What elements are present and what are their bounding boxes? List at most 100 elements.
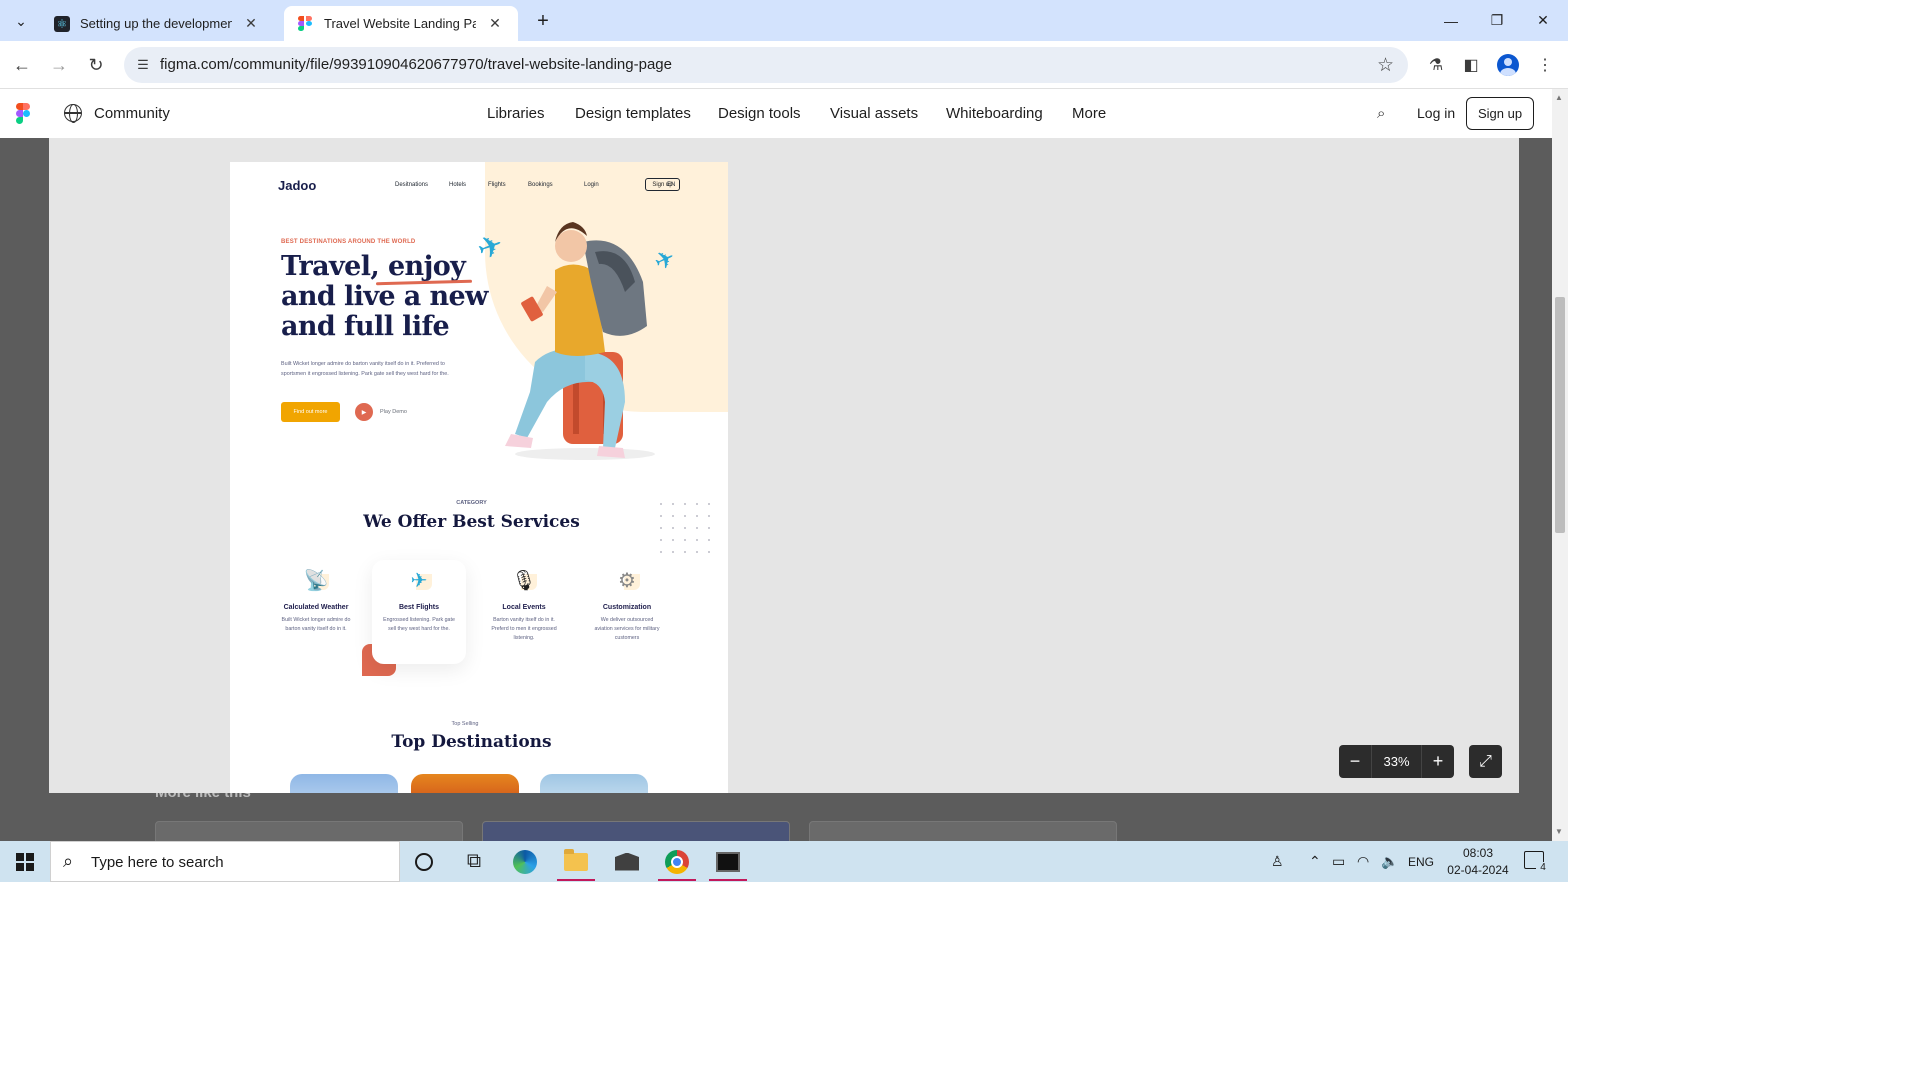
related-file-card[interactable] [155,821,463,841]
forward-icon[interactable]: → [45,51,73,79]
scroll-down-arrow-icon[interactable]: ▼ [1555,827,1563,836]
restore-icon[interactable]: ❐ [1474,0,1520,41]
edge-app[interactable] [501,841,549,882]
zoom-controls: − 33% + [1339,745,1454,778]
profile-avatar[interactable] [1494,51,1522,79]
nav-design-tools[interactable]: Design tools [718,105,801,122]
language-indicator[interactable]: ENG [1408,855,1434,869]
window-close-icon[interactable]: ✕ [1520,0,1566,41]
site-settings-icon[interactable]: ☰ [134,56,152,74]
preview-category-label: CATEGORY [456,500,487,506]
satellite-dish-icon: 📡 [301,568,331,596]
page-scrollbar[interactable]: ▲ ▼ [1552,89,1568,841]
service-name: Customization [602,604,652,611]
service-description: Barton vanity itself do in it. Preferd t… [491,617,557,641]
volume-icon[interactable]: 🔈 [1381,853,1398,870]
nav-more[interactable]: More [1072,105,1106,122]
traveler-illustration [505,222,655,460]
related-file-card[interactable] [482,821,790,841]
landing-page-preview[interactable]: Jadoo Desitnations Hotels Flights Bookin… [230,162,728,793]
figma-community-header: Community Libraries Design templates Des… [0,89,1552,138]
browser-tab-strip: ⌄ ⚛ Setting up the development en ✕ Trav… [0,0,1568,41]
nav-design-templates[interactable]: Design templates [575,105,691,122]
signup-button[interactable]: Sign up [1466,97,1534,130]
windows-start-icon[interactable] [16,853,34,871]
preview-headline: Travel, enjoy and live a new and full li… [281,251,488,342]
settings-gear-icon: ⚙ [612,568,642,596]
back-icon[interactable]: ← [8,51,36,79]
file-preview-modal: Jadoo Desitnations Hotels Flights Bookin… [49,138,1519,793]
scroll-up-arrow-icon[interactable]: ▲ [1555,93,1563,102]
clock-time: 08:03 [1462,846,1494,860]
service-description: We deliver outsourced aviation services … [594,617,660,641]
figma-logo-icon[interactable] [16,103,30,124]
taskbar-search-placeholder: Type here to search [91,854,224,871]
login-link[interactable]: Log in [1417,105,1455,121]
service-description: Engrossed listening. Park gate sell they… [383,617,455,632]
decorative-dot-grid [655,498,715,553]
microphone-icon: 🎙 [509,568,539,596]
scroll-thumb[interactable] [1555,297,1565,533]
menu-kebab-icon[interactable]: ⋮ [1531,51,1559,79]
preview-destinations-title: Top Destinations [391,732,552,752]
nav-whiteboarding[interactable]: Whiteboarding [946,105,1043,122]
zoom-in-button[interactable]: + [1422,745,1454,778]
nav-visual-assets[interactable]: Visual assets [830,105,918,122]
service-name: Local Events [502,604,546,611]
cortana-icon [415,852,433,871]
system-clock[interactable]: 08:03 02-04-2024 [1445,845,1511,879]
tab-title: Travel Website Landing Page | F [324,16,476,31]
battery-icon[interactable]: ▭ [1332,853,1345,870]
related-file-card[interactable] [809,821,1117,841]
destination-card-image [411,774,519,793]
terminal-app[interactable] [704,841,752,882]
task-view-icon[interactable]: ⧉ [450,841,498,882]
destination-card-image [290,774,398,793]
service-name: Best Flights [398,604,440,611]
browser-tab-react[interactable]: ⚛ Setting up the development en ✕ [40,6,274,41]
tray-chevron-up-icon[interactable]: ⌃ [1309,853,1321,870]
close-icon[interactable]: ✕ [242,15,260,33]
close-icon[interactable]: ✕ [486,15,504,33]
preview-nav-item: Login [584,182,599,188]
nav-libraries[interactable]: Libraries [487,105,545,122]
service-description: Built Wicket longer admire do barton van… [281,617,351,632]
reload-icon[interactable]: ↻ [82,51,110,79]
minimize-icon[interactable]: — [1428,0,1474,41]
community-link[interactable]: Community [94,105,170,122]
service-card-active: ✈ Best Flights Engrossed listening. Park… [372,560,466,664]
url-text[interactable]: figma.com/community/file/993910904620677… [160,56,672,73]
windows-taskbar: ⌕ Type here to search ⧉ ♙ ⌃ ▭ ◠ 🔈 ENG 08… [0,841,1568,882]
page-viewport: Community Libraries Design templates Des… [0,89,1568,841]
react-favicon-icon: ⚛ [54,15,70,32]
fullscreen-expand-icon[interactable]: ⤢ [1469,745,1502,778]
cortana-button[interactable] [400,841,448,882]
preview-nav-item: Desitnations [395,182,429,188]
mail-icon [615,852,639,871]
browser-tab-figma[interactable]: Travel Website Landing Page | F ✕ [284,6,518,41]
chrome-app[interactable] [653,841,701,882]
figma-favicon-icon [298,15,314,32]
service-card: ⚙ Customization We deliver outsourced av… [580,560,674,664]
file-explorer-app[interactable] [552,841,600,882]
folder-icon [564,848,588,871]
tab-search-chevron-icon[interactable]: ⌄ [8,8,34,34]
mail-app[interactable] [603,841,651,882]
labs-flask-icon[interactable]: ⚗ [1422,51,1450,79]
address-bar[interactable]: ☰ figma.com/community/file/9939109046206… [124,47,1408,83]
play-icon: ▶ [355,403,373,421]
side-panel-icon[interactable]: ◧ [1457,51,1485,79]
preview-find-out-more-button: Find out more [281,402,340,422]
globe-icon[interactable] [64,104,82,123]
zoom-out-button[interactable]: − [1339,745,1371,778]
airplane-icon: ✈ [404,568,434,596]
people-icon[interactable]: ♙ [1271,853,1284,870]
network-icon[interactable]: ◠ [1357,853,1369,870]
search-icon: ⌕ [63,851,74,871]
bookmark-star-icon[interactable]: ☆ [1377,54,1394,77]
search-icon[interactable]: ⌕ [1377,105,1385,122]
service-card: 📡 Calculated Weather Built Wicket longer… [269,560,363,664]
taskbar-search-box[interactable]: ⌕ Type here to search [50,841,400,882]
new-tab-icon[interactable]: + [530,8,556,34]
preview-services-title: We Offer Best Services [363,512,580,532]
